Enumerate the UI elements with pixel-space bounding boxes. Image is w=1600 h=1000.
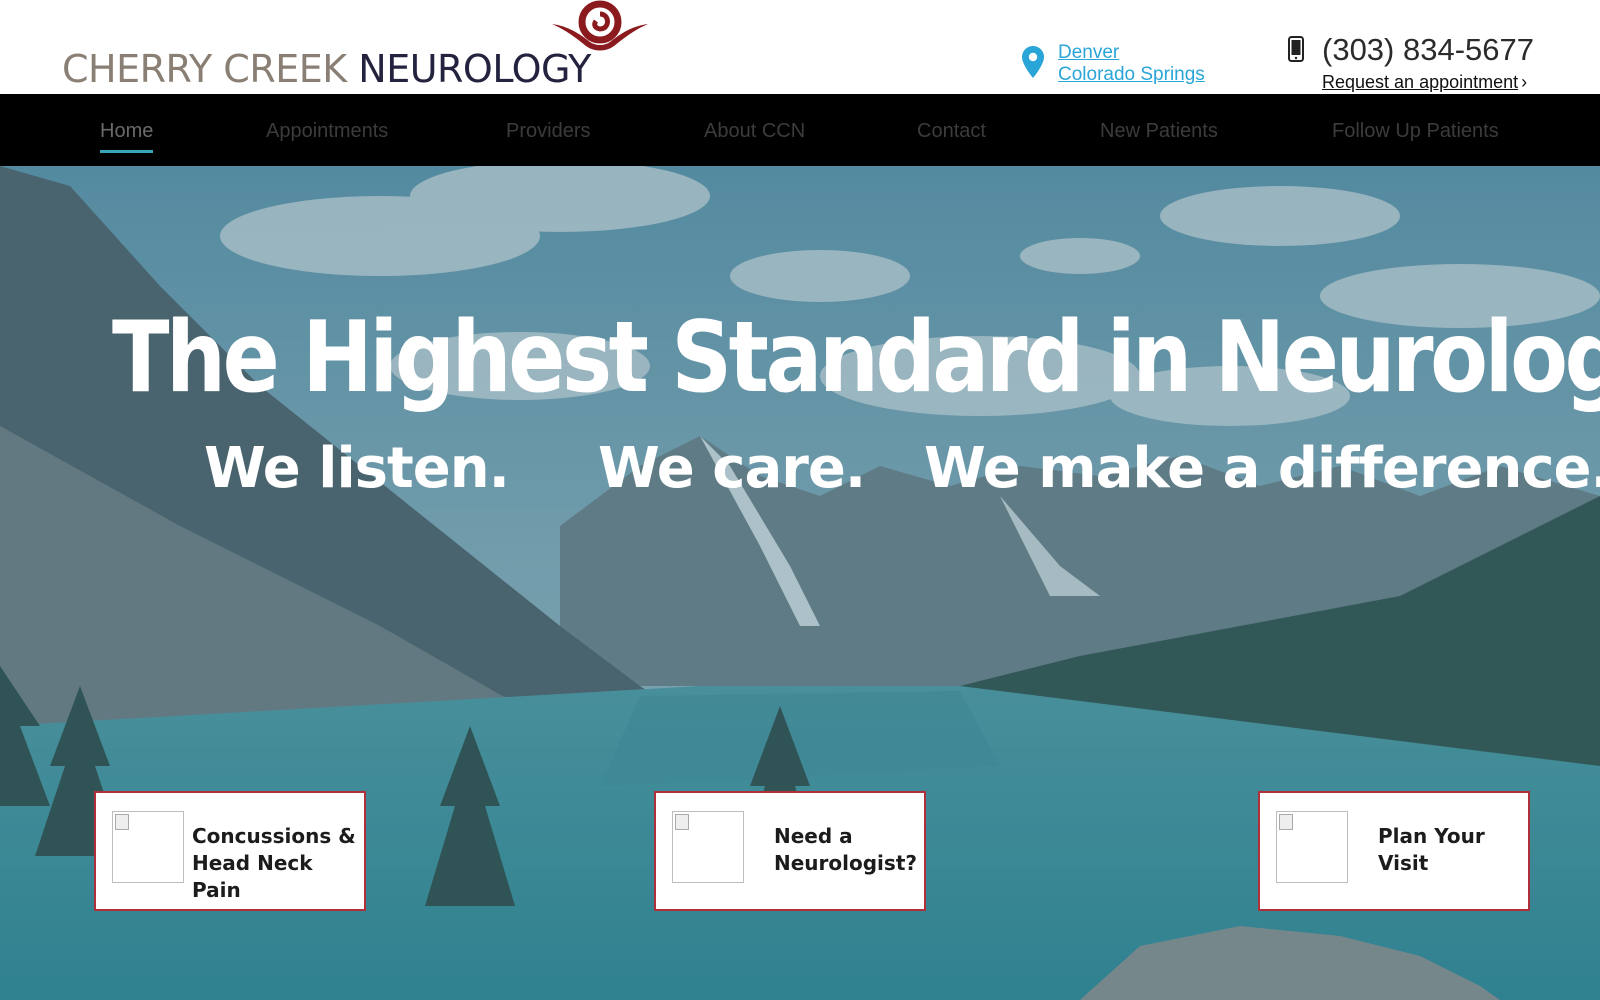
location-link-colorado-springs[interactable]: Colorado Springs: [1058, 64, 1205, 86]
nav-item-home[interactable]: Home: [100, 120, 154, 153]
card-label: Need a Neurologist?: [774, 824, 917, 875]
broken-image-icon: [1279, 814, 1293, 830]
tagline-listen: We listen.: [204, 436, 510, 501]
nav-item-new-patients[interactable]: New Patients: [1100, 120, 1218, 143]
nav-item-appointments[interactable]: Appointments: [266, 120, 388, 143]
nav-item-contact[interactable]: Contact: [917, 120, 986, 143]
logo-swirl-icon: [552, 0, 648, 51]
site-logo[interactable]: CHERRY CREEK NEUROLOGY: [62, 0, 652, 94]
broken-image-icon: [115, 814, 129, 830]
card-plan-visit[interactable]: Plan Your Visit: [1258, 791, 1530, 911]
locations: Denver Colorado Springs: [1022, 42, 1205, 86]
logo-wordmark: CHERRY CREEK NEUROLOGY: [62, 50, 591, 88]
card-image-placeholder: [672, 811, 744, 883]
card-image-placeholder: [112, 811, 184, 883]
request-appointment-label: Request an appointment: [1322, 72, 1519, 92]
card-image-placeholder: [1276, 811, 1348, 883]
logo-word-neurology: NEUROLOGY: [358, 47, 591, 91]
site-header: CHERRY CREEK NEUROLOGY Denver Colorado S…: [0, 0, 1600, 94]
location-link-denver[interactable]: Denver: [1058, 42, 1205, 64]
phone-number[interactable]: (303) 834-5677: [1322, 32, 1534, 68]
nav-item-label: Home: [100, 120, 154, 142]
card-need-neurologist[interactable]: Need a Neurologist?: [654, 791, 926, 911]
main-nav: Home Appointments Providers About CCN Co…: [0, 94, 1600, 166]
hero-title: The Highest Standard in Neurology: [112, 301, 1600, 415]
card-label: Plan Your Visit: [1378, 824, 1485, 875]
card-concussions[interactable]: Concussions & Head Neck Pain: [94, 791, 366, 911]
request-appointment-link[interactable]: Request an appointment ›: [1322, 72, 1527, 93]
logo-word-cherry-creek: CHERRY CREEK: [62, 47, 347, 91]
mobile-phone-icon: [1288, 36, 1304, 62]
tagline-care: We care.: [598, 436, 866, 501]
map-pin-icon: [1022, 46, 1044, 78]
broken-image-icon: [675, 814, 689, 830]
card-label: Concussions & Head Neck Pain: [192, 824, 356, 902]
chevron-right-icon: ›: [1521, 72, 1528, 92]
nav-item-providers[interactable]: Providers: [506, 120, 590, 143]
hero-section: The Highest Standard in Neurology We lis…: [0, 166, 1600, 1000]
nav-active-indicator: [100, 150, 154, 153]
tagline-difference: We make a difference.: [924, 436, 1600, 501]
nav-item-about[interactable]: About CCN: [704, 120, 805, 143]
nav-item-follow-up-patients[interactable]: Follow Up Patients: [1332, 120, 1499, 143]
